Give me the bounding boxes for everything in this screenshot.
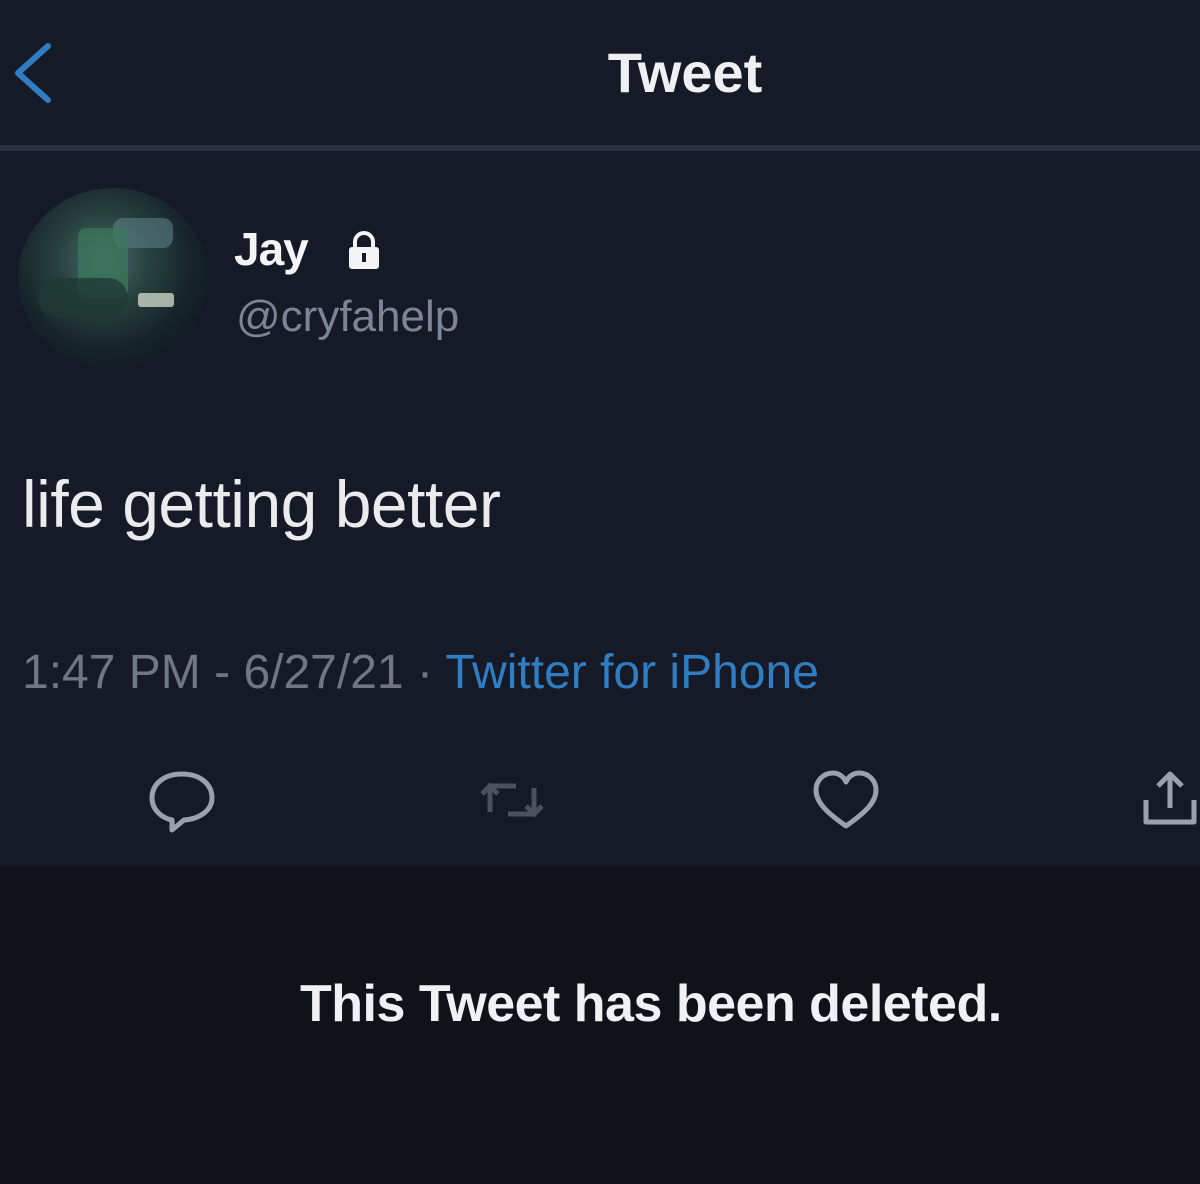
avatar[interactable] xyxy=(18,188,208,368)
deleted-notice-text: This Tweet has been deleted. xyxy=(300,975,1002,1033)
meta-dot: · xyxy=(416,646,446,699)
retweet-icon xyxy=(480,782,544,818)
top-navigation-bar: Tweet xyxy=(0,0,1200,145)
lock-icon xyxy=(349,231,379,269)
tweet-time: 1:47 PM xyxy=(22,646,201,699)
deleted-notice-panel: This Tweet has been deleted. xyxy=(0,874,1200,1184)
chevron-left-icon xyxy=(15,43,51,103)
actions-divider xyxy=(0,866,1200,874)
reply-button[interactable] xyxy=(142,760,222,840)
page-title: Tweet xyxy=(607,41,763,104)
tweet-date: 6/27/21 xyxy=(243,646,404,699)
reply-icon xyxy=(149,771,215,833)
share-icon xyxy=(1143,771,1197,825)
tweet-meta: 1:47 PM - 6/27/21 · Twitter for iPhone xyxy=(22,645,819,700)
tweet-screen: Tweet Jay @cryfahelp life getting better… xyxy=(0,0,1200,1184)
like-button[interactable] xyxy=(806,760,886,840)
retweet-button[interactable] xyxy=(472,760,552,840)
meta-separator: - xyxy=(214,646,244,699)
share-button[interactable] xyxy=(1134,760,1200,840)
back-button[interactable] xyxy=(8,38,56,108)
tweet-source-link[interactable]: Twitter for iPhone xyxy=(445,646,819,699)
author-handle[interactable]: @cryfahelp xyxy=(236,292,459,342)
heart-icon xyxy=(813,770,879,829)
header-divider xyxy=(0,145,1200,151)
author-name[interactable]: Jay xyxy=(234,222,309,276)
tweet-text: life getting better xyxy=(22,467,501,541)
